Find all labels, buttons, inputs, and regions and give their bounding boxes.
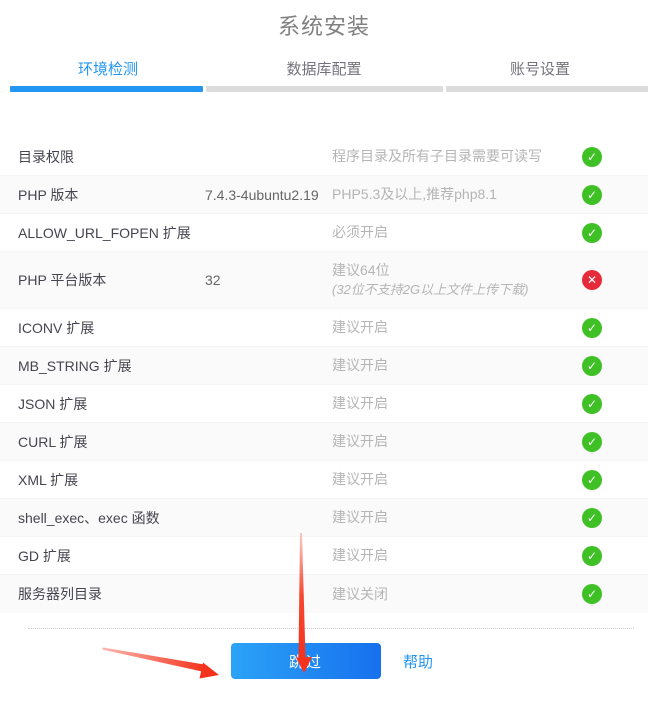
status-icon: ✓	[582, 318, 602, 338]
check-requirement: 建议开启	[332, 394, 582, 413]
check-requirement: 建议开启	[332, 546, 582, 565]
footer-divider	[28, 628, 634, 629]
tab-2[interactable]: 账号设置	[432, 59, 648, 81]
install-wizard-page: 系统安装 环境检测 数据库配置 账号设置 目录权限 程序目录及所有子目录需要可读写 …	[0, 12, 648, 708]
help-link[interactable]: 帮助	[403, 651, 433, 672]
check-row: ICONV 扩展 建议开启 ✓	[0, 309, 648, 347]
status-icon: ✓	[582, 394, 602, 414]
check-label: PHP 平台版本	[18, 270, 205, 290]
check-current-value: 7.4.3-4ubuntu2.19	[205, 187, 332, 203]
check-row: PHP 版本 7.4.3-4ubuntu2.19 PHP5.3及以上,推荐php…	[0, 176, 648, 214]
check-label: 服务器列目录	[18, 584, 205, 604]
check-requirement-text: 必须开启	[332, 223, 582, 242]
check-status: ✓	[582, 546, 602, 566]
check-row: GD 扩展 建议开启 ✓	[0, 537, 648, 575]
status-icon: ✓	[582, 584, 602, 604]
progress-segment	[446, 86, 648, 92]
check-status: ✓	[582, 147, 602, 167]
status-icon: ✓	[582, 147, 602, 167]
tab-0[interactable]: 环境检测	[0, 59, 216, 81]
status-icon: ✓	[582, 546, 602, 566]
check-row: PHP 平台版本 32 建议64位 (32位不支持2G以上文件上传下载) ✕	[0, 252, 648, 309]
check-label: JSON 扩展	[18, 394, 205, 414]
footer-actions: 跳过 帮助	[8, 643, 648, 679]
check-row: MB_STRING 扩展 建议开启 ✓	[0, 347, 648, 385]
check-status: ✓	[582, 584, 602, 604]
skip-button[interactable]: 跳过	[231, 643, 381, 679]
check-requirement: 建议开启	[332, 432, 582, 451]
status-icon: ✓	[582, 470, 602, 490]
check-label: PHP 版本	[18, 185, 205, 205]
status-icon: ✓	[582, 356, 602, 376]
check-requirement-text: PHP5.3及以上,推荐php8.1	[332, 185, 582, 204]
check-label: 目录权限	[18, 147, 205, 167]
check-requirement-text: 建议64位	[332, 261, 582, 280]
check-requirement: 建议开启	[332, 470, 582, 489]
check-row: ALLOW_URL_FOPEN 扩展 必须开启 ✓	[0, 214, 648, 252]
tab-label: 数据库配置	[286, 61, 361, 78]
check-label: shell_exec、exec 函数	[18, 508, 205, 528]
status-icon: ✕	[582, 270, 602, 290]
progress-segment	[206, 86, 442, 92]
check-status: ✓	[582, 508, 602, 528]
check-requirement: PHP5.3及以上,推荐php8.1	[332, 185, 582, 204]
tab-label: 环境检测	[78, 61, 138, 78]
check-row: shell_exec、exec 函数 建议开启 ✓	[0, 499, 648, 537]
check-row: 目录权限 程序目录及所有子目录需要可读写 ✓	[0, 138, 648, 176]
environment-check-table: 目录权限 程序目录及所有子目录需要可读写 ✓ PHP 版本 7.4.3-4ubu…	[0, 138, 648, 613]
wizard-progress-bar	[10, 86, 648, 92]
check-requirement-text: 建议开启	[332, 470, 582, 489]
check-status: ✓	[582, 356, 602, 376]
check-row: JSON 扩展 建议开启 ✓	[0, 385, 648, 423]
check-label: ALLOW_URL_FOPEN 扩展	[18, 223, 205, 243]
status-icon: ✓	[582, 432, 602, 452]
status-icon: ✓	[582, 185, 602, 205]
check-requirement-text: 建议开启	[332, 318, 582, 337]
check-requirement: 建议开启	[332, 508, 582, 527]
check-requirement: 建议开启	[332, 318, 582, 337]
check-label: GD 扩展	[18, 546, 205, 566]
check-requirement: 建议开启	[332, 356, 582, 375]
check-requirement: 建议关闭	[332, 585, 582, 604]
progress-segment	[10, 86, 203, 92]
check-status: ✓	[582, 394, 602, 414]
check-requirement-text: 建议开启	[332, 356, 582, 375]
status-icon: ✓	[582, 223, 602, 243]
page-title: 系统安装	[0, 12, 648, 42]
check-row: XML 扩展 建议开启 ✓	[0, 461, 648, 499]
check-current-value: 32	[205, 272, 332, 288]
check-status: ✕	[582, 270, 602, 290]
check-requirement: 程序目录及所有子目录需要可读写	[332, 147, 582, 166]
check-requirement-note: (32位不支持2G以上文件上传下载)	[332, 280, 582, 299]
check-label: ICONV 扩展	[18, 318, 205, 338]
status-icon: ✓	[582, 508, 602, 528]
check-requirement: 建议64位 (32位不支持2G以上文件上传下载)	[332, 261, 582, 299]
check-requirement-text: 建议关闭	[332, 585, 582, 604]
check-requirement-text: 建议开启	[332, 546, 582, 565]
wizard-tabs: 环境检测 数据库配置 账号设置	[0, 59, 648, 81]
check-label: XML 扩展	[18, 470, 205, 490]
check-row: 服务器列目录 建议关闭 ✓	[0, 575, 648, 613]
tab-1[interactable]: 数据库配置	[216, 59, 432, 81]
tab-label: 账号设置	[510, 61, 570, 78]
check-status: ✓	[582, 223, 602, 243]
check-label: CURL 扩展	[18, 432, 205, 452]
check-requirement-text: 程序目录及所有子目录需要可读写	[332, 147, 582, 166]
check-requirement: 必须开启	[332, 223, 582, 242]
check-status: ✓	[582, 185, 602, 205]
check-requirement-text: 建议开启	[332, 432, 582, 451]
check-status: ✓	[582, 470, 602, 490]
check-requirement-text: 建议开启	[332, 508, 582, 527]
check-requirement-text: 建议开启	[332, 394, 582, 413]
check-status: ✓	[582, 432, 602, 452]
check-label: MB_STRING 扩展	[18, 356, 205, 376]
check-status: ✓	[582, 318, 602, 338]
check-row: CURL 扩展 建议开启 ✓	[0, 423, 648, 461]
